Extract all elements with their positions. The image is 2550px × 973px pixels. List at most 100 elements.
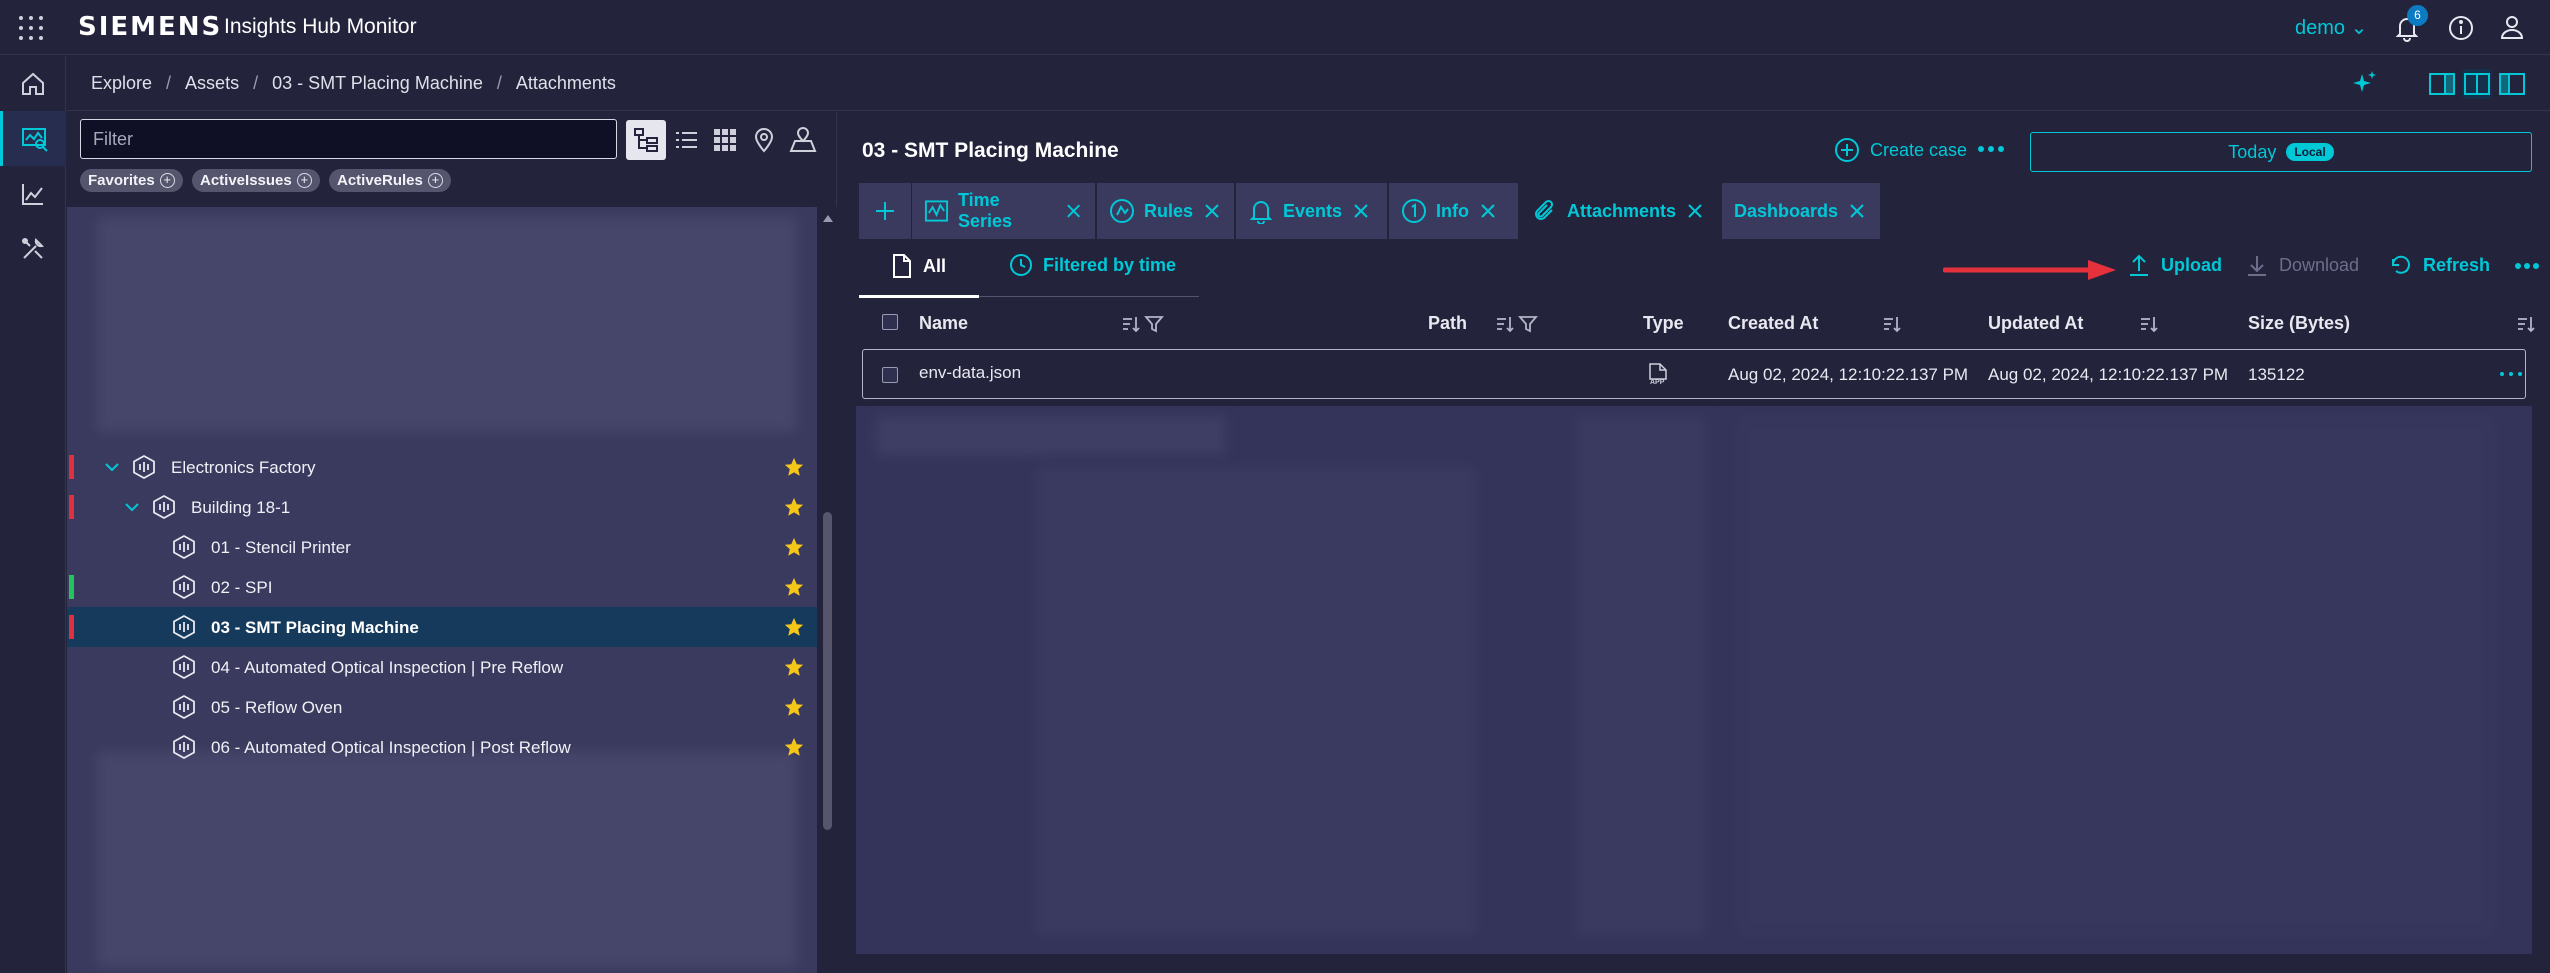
download-button[interactable]: Download	[2245, 253, 2359, 277]
tools-nav-button[interactable]	[0, 221, 66, 276]
asset-hexagon-icon	[153, 494, 175, 520]
tab-label: Dashboards	[1734, 200, 1839, 221]
upload-label: Upload	[2161, 254, 2222, 275]
tree-item-label: Electronics Factory	[171, 458, 316, 477]
time-series-icon	[924, 200, 949, 222]
favorite-star-icon[interactable]	[783, 656, 805, 678]
layout-right-panel-icon[interactable]	[2427, 69, 2457, 99]
breadcrumb-asset[interactable]: 03 - SMT Placing Machine	[272, 73, 483, 94]
close-icon[interactable]	[1351, 201, 1371, 221]
grid-view-button[interactable]	[705, 120, 745, 160]
upload-button[interactable]: Upload	[2127, 253, 2222, 277]
time-range-picker[interactable]: Today Local	[2030, 132, 2532, 172]
more-actions-icon[interactable]	[2514, 260, 2540, 272]
tree-item-reflow-oven[interactable]: 05 - Reflow Oven	[67, 687, 817, 727]
user-menu[interactable]: demo ⌄	[2295, 15, 2367, 40]
tab-dashboards[interactable]: Dashboards	[1722, 183, 1880, 239]
breadcrumb-assets[interactable]: Assets	[185, 73, 239, 94]
subtab-all[interactable]: All	[891, 253, 946, 279]
sort-icon[interactable]	[1881, 313, 1903, 335]
favorites-chip[interactable]: Favorites +	[80, 169, 183, 192]
tab-rules[interactable]: Rules	[1097, 183, 1234, 239]
tab-label: Info	[1436, 200, 1469, 221]
chevron-down-icon[interactable]	[122, 497, 142, 517]
filter-input[interactable]	[80, 119, 617, 159]
favorite-star-icon[interactable]	[783, 696, 805, 718]
scrollbar-thumb[interactable]	[823, 512, 832, 830]
favorite-star-icon[interactable]	[783, 536, 805, 558]
subtab-filtered-by-time[interactable]: Filtered by time	[1009, 253, 1176, 277]
favorite-star-icon[interactable]	[783, 736, 805, 758]
close-icon[interactable]	[1202, 201, 1222, 221]
tree-item-smt-placing-machine[interactable]: 03 - SMT Placing Machine	[67, 607, 817, 647]
favorite-star-icon[interactable]	[783, 616, 805, 638]
tab-info[interactable]: Info	[1389, 183, 1518, 239]
map-view-button[interactable]	[783, 120, 823, 160]
favorite-star-icon[interactable]	[783, 496, 805, 518]
sort-icon[interactable]	[2515, 313, 2537, 335]
column-header-size[interactable]: Size (Bytes)	[2248, 313, 2350, 334]
create-case-button[interactable]: Create case	[1834, 137, 1967, 163]
select-all-checkbox[interactable]	[882, 314, 898, 330]
analytics-nav-button[interactable]	[0, 166, 66, 221]
favorite-star-icon[interactable]	[783, 456, 805, 478]
add-circle-icon	[1835, 138, 1859, 162]
row-checkbox[interactable]	[882, 367, 898, 383]
column-header-created-at[interactable]: Created At	[1728, 313, 1818, 334]
breadcrumb-explore[interactable]: Explore	[91, 73, 152, 94]
blurred-content	[1736, 416, 2496, 936]
subtab-divider	[979, 296, 1199, 297]
tab-time-series[interactable]: Time Series	[912, 183, 1095, 239]
tree-item-aoi-pre-reflow[interactable]: 04 - Automated Optical Inspection | Pre …	[67, 647, 817, 687]
home-nav-button[interactable]	[0, 56, 66, 111]
active-issues-chip[interactable]: ActiveIssues +	[192, 169, 320, 192]
add-tab-button[interactable]	[859, 183, 911, 239]
close-icon[interactable]	[1478, 201, 1498, 221]
close-icon[interactable]	[1685, 201, 1705, 221]
create-case-label: Create case	[1870, 139, 1968, 160]
tab-events[interactable]: Events	[1236, 183, 1387, 239]
explore-nav-button[interactable]	[0, 111, 66, 166]
row-more-icon[interactable]	[2498, 370, 2524, 378]
column-header-type[interactable]: Type	[1643, 313, 1684, 334]
app-launcher-icon[interactable]	[18, 15, 44, 41]
tree-item-stencil-printer[interactable]: 01 - Stencil Printer	[67, 527, 817, 567]
layout-split-icon[interactable]	[2462, 69, 2492, 99]
status-indicator	[69, 615, 74, 639]
tree-item-building-18-1[interactable]: Building 18-1	[67, 487, 817, 527]
close-icon[interactable]	[1064, 201, 1083, 221]
ai-sparkle-icon[interactable]	[2349, 68, 2379, 98]
tab-attachments[interactable]: Attachments	[1520, 183, 1720, 239]
file-type-icon: APP	[1647, 362, 1669, 388]
tree-view-button[interactable]	[626, 120, 666, 160]
map-pin-view-button[interactable]	[744, 120, 784, 160]
column-header-updated-at[interactable]: Updated At	[1988, 313, 2083, 334]
sort-icon[interactable]	[1494, 313, 1516, 335]
filter-icon[interactable]	[1143, 313, 1165, 335]
column-header-name[interactable]: Name	[919, 313, 968, 334]
asset-hexagon-icon	[173, 694, 195, 720]
user-profile-icon[interactable]	[2498, 13, 2526, 41]
list-view-button[interactable]	[666, 120, 706, 160]
scroll-up-arrow-icon[interactable]	[821, 212, 835, 226]
breadcrumb-attachments: Attachments	[515, 73, 616, 93]
sort-icon[interactable]	[1120, 313, 1142, 335]
layout-left-panel-icon[interactable]	[2497, 69, 2527, 99]
close-icon[interactable]	[1847, 201, 1867, 221]
tree-item-aoi-post-reflow[interactable]: 06 - Automated Optical Inspection | Post…	[67, 727, 817, 767]
favorite-star-icon[interactable]	[783, 576, 805, 598]
table-row[interactable]: env-data.json APP Aug 02, 2024, 12:10:22…	[862, 349, 2526, 399]
sort-icon[interactable]	[2138, 313, 2160, 335]
tree-item-spi[interactable]: 02 - SPI	[67, 567, 817, 607]
filter-icon[interactable]	[1517, 313, 1539, 335]
chevron-down-icon[interactable]	[102, 457, 122, 477]
tree-item-electronics-factory[interactable]: Electronics Factory	[67, 447, 817, 487]
more-options-icon[interactable]	[1976, 143, 2006, 155]
refresh-button[interactable]: Refresh	[2389, 253, 2490, 277]
column-header-path[interactable]: Path	[1428, 313, 1467, 334]
page-title: 03 - SMT Placing Machine	[862, 139, 1119, 162]
asset-hexagon-icon	[133, 454, 155, 480]
info-icon[interactable]	[2447, 14, 2475, 42]
subtab-label: All	[923, 255, 947, 276]
active-rules-chip[interactable]: ActiveRules +	[329, 169, 451, 192]
